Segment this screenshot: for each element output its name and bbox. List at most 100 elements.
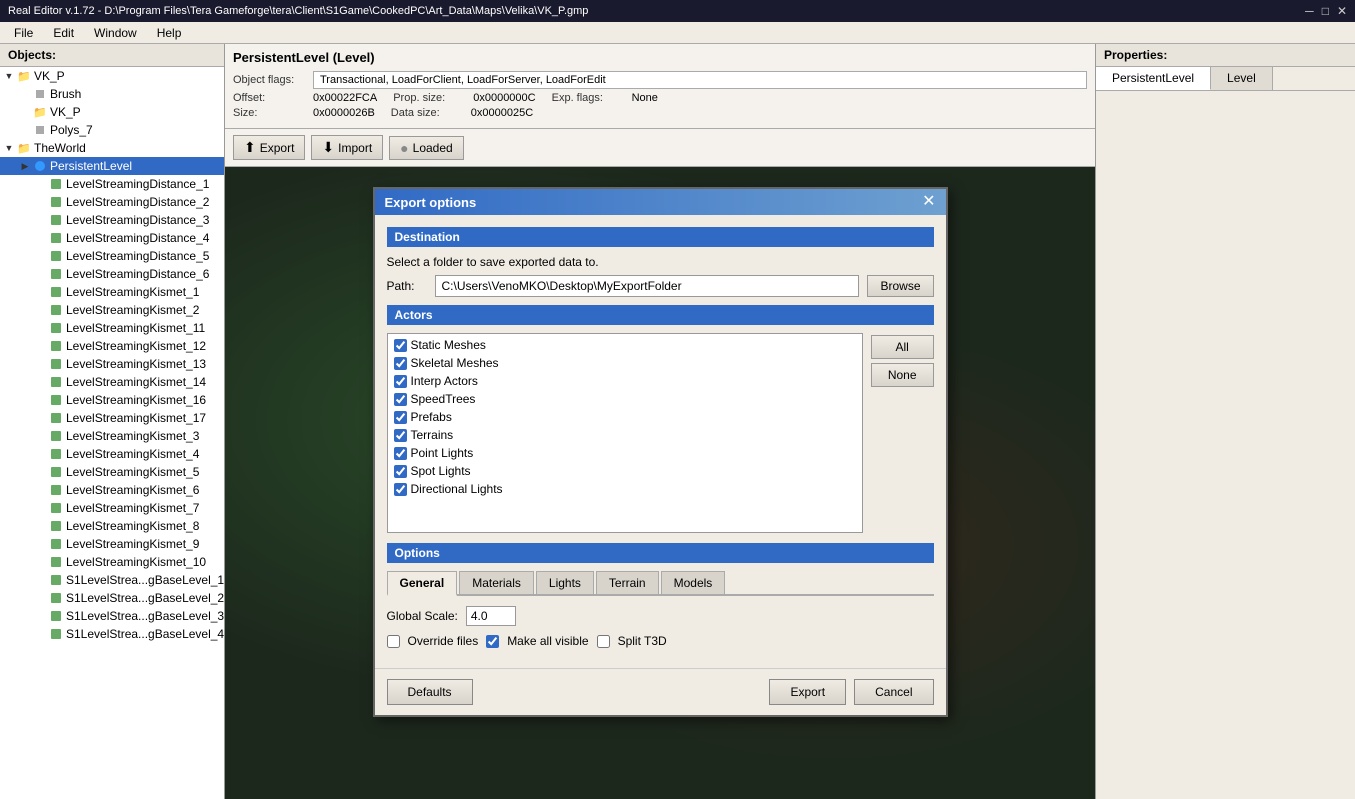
actor-item-speed_trees[interactable]: SpeedTrees	[390, 390, 860, 408]
export-button[interactable]: ⬆ Export	[233, 135, 305, 160]
actors-list[interactable]: Static Meshes Skeletal MeshesInterp Actor…	[387, 333, 863, 533]
tree-item-lsk2[interactable]: LevelStreamingKismet_2	[0, 301, 224, 319]
actor-checkbox-interp_actors[interactable]	[394, 375, 407, 388]
tree-item-s1base2[interactable]: S1LevelStrea...gBaseLevel_2	[0, 589, 224, 607]
import-button[interactable]: ⬇ Import	[311, 135, 383, 160]
actor-checkbox-static_meshes[interactable]	[394, 339, 407, 352]
tab-general[interactable]: General	[387, 571, 458, 596]
tree-item-lsd5[interactable]: LevelStreamingDistance_5	[0, 247, 224, 265]
tree-item-lsk10[interactable]: LevelStreamingKismet_10	[0, 553, 224, 571]
actor-item-prefabs[interactable]: Prefabs	[390, 408, 860, 426]
browse-button[interactable]: Browse	[867, 275, 933, 297]
tree-item-s1base4[interactable]: S1LevelStrea...gBaseLevel_4	[0, 625, 224, 643]
make-all-visible-checkbox[interactable]	[486, 635, 499, 648]
actor-checkbox-terrains[interactable]	[394, 429, 407, 442]
tab-lights[interactable]: Lights	[536, 571, 594, 594]
tree-arrow-lsd4	[34, 231, 48, 245]
menu-edit[interactable]: Edit	[43, 24, 84, 42]
actor-checkbox-prefabs[interactable]	[394, 411, 407, 424]
split-t3d-checkbox[interactable]	[597, 635, 610, 648]
dialog-export-button[interactable]: Export	[769, 679, 846, 705]
dialog-close-button[interactable]: ✕	[922, 194, 935, 210]
tree-label-lsk6: LevelStreamingKismet_6	[66, 483, 199, 497]
tree-item-vk_p_root[interactable]: ▼📁VK_P	[0, 67, 224, 85]
prop-tab-level[interactable]: Level	[1211, 67, 1273, 90]
tree-item-lsd4[interactable]: LevelStreamingDistance_4	[0, 229, 224, 247]
actor-checkbox-skeletal_meshes[interactable]	[394, 357, 407, 370]
tree-icon-mesh	[48, 536, 64, 552]
actor-item-interp_actors[interactable]: Interp Actors	[390, 372, 860, 390]
tree-icon-mesh	[48, 446, 64, 462]
tree-icon-mesh	[48, 410, 64, 426]
menu-file[interactable]: File	[4, 24, 43, 42]
tree-item-lsk8[interactable]: LevelStreamingKismet_8	[0, 517, 224, 535]
loaded-button[interactable]: ● Loaded	[389, 136, 464, 160]
tree-icon-mesh	[48, 518, 64, 534]
tree-item-lsk5[interactable]: LevelStreamingKismet_5	[0, 463, 224, 481]
properties-panel: Properties: PersistentLevel Level	[1095, 44, 1355, 799]
tree-label-lsd6: LevelStreamingDistance_6	[66, 267, 209, 281]
actor-item-point_lights[interactable]: Point Lights	[390, 444, 860, 462]
tree-icon-mesh	[48, 212, 64, 228]
tree-item-lsk12[interactable]: LevelStreamingKismet_12	[0, 337, 224, 355]
all-button[interactable]: All	[871, 335, 934, 359]
path-input[interactable]	[435, 275, 860, 297]
tree-item-lsd6[interactable]: LevelStreamingDistance_6	[0, 265, 224, 283]
tree-item-lsd3[interactable]: LevelStreamingDistance_3	[0, 211, 224, 229]
tree-item-lsk14[interactable]: LevelStreamingKismet_14	[0, 373, 224, 391]
modal-overlay: Export options ✕ Destination Select a fo…	[225, 167, 1095, 799]
actor-item-spot_lights[interactable]: Spot Lights	[390, 462, 860, 480]
actor-item-terrains[interactable]: Terrains	[390, 426, 860, 444]
actor-checkbox-point_lights[interactable]	[394, 447, 407, 460]
actor-label-directional_lights: Directional Lights	[411, 482, 503, 496]
tree-item-lsk11[interactable]: LevelStreamingKismet_11	[0, 319, 224, 337]
tree-item-polys_7[interactable]: Polys_7	[0, 121, 224, 139]
tree-item-vk_p_sub[interactable]: 📁VK_P	[0, 103, 224, 121]
actor-checkbox-directional_lights[interactable]	[394, 483, 407, 496]
actor-label-static_meshes: Static Meshes	[411, 338, 486, 352]
defaults-button[interactable]: Defaults	[387, 679, 473, 705]
tree-arrow-lsk16	[34, 393, 48, 407]
tree-arrow-s1base3	[34, 609, 48, 623]
dialog-body: Destination Select a folder to save expo…	[375, 215, 946, 668]
tree-item-lsk1[interactable]: LevelStreamingKismet_1	[0, 283, 224, 301]
actor-item-skeletal_meshes[interactable]: Skeletal Meshes	[390, 354, 860, 372]
override-files-checkbox[interactable]	[387, 635, 400, 648]
tree-item-s1base3[interactable]: S1LevelStrea...gBaseLevel_3	[0, 607, 224, 625]
tree-item-lsk4[interactable]: LevelStreamingKismet_4	[0, 445, 224, 463]
tree-item-brush[interactable]: Brush	[0, 85, 224, 103]
tree-item-lsk16[interactable]: LevelStreamingKismet_16	[0, 391, 224, 409]
prop-tab-persistent-level[interactable]: PersistentLevel	[1096, 67, 1211, 90]
tree-item-lsd2[interactable]: LevelStreamingDistance_2	[0, 193, 224, 211]
split-t3d-label: Split T3D	[618, 634, 667, 648]
tab-terrain[interactable]: Terrain	[596, 571, 659, 594]
tree-container[interactable]: ▼📁VK_PBrush📁VK_PPolys_7▼📁TheWorld▶Persis…	[0, 67, 224, 799]
actor-checkbox-speed_trees[interactable]	[394, 393, 407, 406]
actor-item-static_meshes[interactable]: Static Meshes	[390, 336, 860, 354]
tree-item-lsk17[interactable]: LevelStreamingKismet_17	[0, 409, 224, 427]
tree-item-lsk6[interactable]: LevelStreamingKismet_6	[0, 481, 224, 499]
actor-item-directional_lights[interactable]: Directional Lights	[390, 480, 860, 498]
actor-label-terrains: Terrains	[411, 428, 454, 442]
tree-item-persistent_level[interactable]: ▶PersistentLevel	[0, 157, 224, 175]
menu-help[interactable]: Help	[147, 24, 192, 42]
actor-checkbox-spot_lights[interactable]	[394, 465, 407, 478]
tree-item-lsd1[interactable]: LevelStreamingDistance_1	[0, 175, 224, 193]
tree-icon-mesh	[48, 626, 64, 642]
none-button[interactable]: None	[871, 363, 934, 387]
menu-window[interactable]: Window	[84, 24, 147, 42]
global-scale-input[interactable]	[466, 606, 516, 626]
tree-item-lsk9[interactable]: LevelStreamingKismet_9	[0, 535, 224, 553]
tree-item-s1base1[interactable]: S1LevelStrea...gBaseLevel_1	[0, 571, 224, 589]
maximize-button[interactable]: □	[1322, 4, 1329, 18]
tree-item-lsk13[interactable]: LevelStreamingKismet_13	[0, 355, 224, 373]
close-button[interactable]: ✕	[1337, 4, 1347, 18]
tab-models[interactable]: Models	[661, 571, 726, 594]
cancel-button[interactable]: Cancel	[854, 679, 933, 705]
tree-item-lsk3[interactable]: LevelStreamingKismet_3	[0, 427, 224, 445]
tree-icon-mesh	[48, 482, 64, 498]
tab-materials[interactable]: Materials	[459, 571, 534, 594]
tree-item-theworld[interactable]: ▼📁TheWorld	[0, 139, 224, 157]
minimize-button[interactable]: ─	[1305, 4, 1314, 18]
tree-item-lsk7[interactable]: LevelStreamingKismet_7	[0, 499, 224, 517]
